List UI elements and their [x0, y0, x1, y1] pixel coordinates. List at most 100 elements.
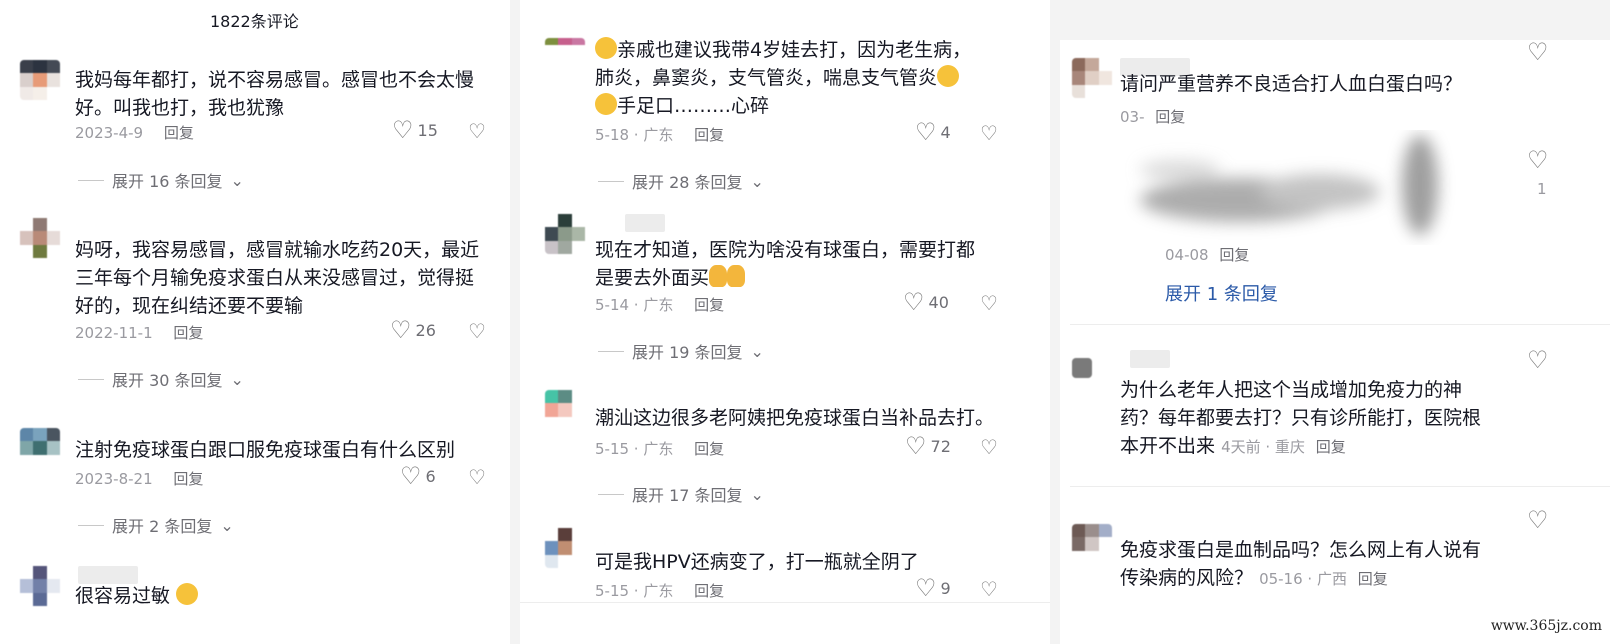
- chevron-down-icon: ⌄: [230, 170, 244, 190]
- avatar[interactable]: [1072, 358, 1092, 378]
- heart-icon: ♡: [400, 462, 422, 490]
- dislike-icon[interactable]: ♡: [468, 121, 486, 141]
- heart-icon[interactable]: ♡: [1527, 508, 1549, 532]
- avatar[interactable]: [20, 218, 60, 258]
- chevron-down-icon: ⌄: [750, 171, 764, 191]
- divider: [1070, 486, 1610, 487]
- sub-like-count: 1: [1537, 180, 1547, 198]
- heart-icon: ♡: [905, 432, 927, 460]
- comment-text: 可是我HPV还病变了，打一瓶就全阴了: [595, 551, 919, 573]
- reply-button[interactable]: 回复: [173, 324, 203, 342]
- comment-column-3: 请问严重营养不良适合打人血白蛋白吗？ 03- 回复 ♡ 04-08 回复 ♡ 1…: [1060, 40, 1610, 644]
- comment-date: 2023-8-21: [75, 470, 153, 488]
- like-button[interactable]: ♡ 9: [915, 576, 951, 600]
- comment-line: 为什么老年人把这个当成增加免疫力的神: [1120, 379, 1463, 401]
- dislike-icon[interactable]: ♡: [980, 579, 998, 599]
- divider-dash: [78, 524, 104, 526]
- reply-button[interactable]: 回复: [694, 126, 724, 144]
- heart-icon[interactable]: ♡: [1527, 40, 1549, 64]
- reply-button[interactable]: 回复: [694, 296, 724, 314]
- expand-replies-button[interactable]: 展开 2 条回复 ⌄: [78, 513, 234, 537]
- comment-text: 我妈每年都打，说不容易感冒。感冒也不会太慢好。叫我也打，我也犹豫: [75, 69, 475, 119]
- heart-icon: ♡: [903, 288, 925, 316]
- reply-button[interactable]: 回复: [1219, 246, 1249, 264]
- avatar[interactable]: [545, 38, 585, 58]
- reply-button[interactable]: 回复: [694, 440, 724, 458]
- comment-line: 肺炎，鼻窦炎，支气管炎，喘息支气管炎: [595, 67, 938, 89]
- dislike-icon[interactable]: ♡: [980, 437, 998, 457]
- emoji-icon: [937, 65, 960, 87]
- chevron-down-icon: ⌄: [750, 341, 764, 361]
- avatar[interactable]: [20, 428, 60, 468]
- divider-dash: [598, 350, 624, 352]
- reply-button[interactable]: 回复: [1155, 108, 1185, 126]
- watermark: www.365jz.com: [1490, 618, 1602, 634]
- like-button[interactable]: ♡ 4: [915, 120, 951, 144]
- like-button[interactable]: ♡ 15: [392, 118, 438, 142]
- like-count: 26: [415, 320, 436, 340]
- reply-button[interactable]: 回复: [164, 124, 194, 142]
- avatar[interactable]: [1072, 524, 1112, 564]
- expand-label: 展开 17 条回复: [632, 486, 743, 505]
- comment-text: 注射免疫球蛋白跟口服免疫球蛋白有什么区别: [75, 439, 456, 461]
- avatar[interactable]: [1072, 58, 1112, 98]
- avatar[interactable]: [545, 214, 585, 254]
- reply-button[interactable]: 回复: [1316, 438, 1346, 456]
- comment-meta: 03- 回复: [1120, 106, 1185, 127]
- reply-button[interactable]: 回复: [173, 470, 203, 488]
- like-button[interactable]: ♡ 40: [903, 290, 949, 314]
- dislike-icon[interactable]: ♡: [980, 293, 998, 313]
- avatar[interactable]: [545, 390, 585, 430]
- avatar[interactable]: [20, 566, 60, 606]
- comment-text: 潮汕这边很多老阿姨把免疫球蛋白当补品去打。: [595, 407, 995, 429]
- blurred-reply-image: [1140, 135, 1438, 235]
- dislike-icon[interactable]: ♡: [468, 321, 486, 341]
- reply-button[interactable]: 回复: [1358, 570, 1388, 588]
- comment-line: 是要去外面买: [595, 267, 710, 289]
- comment-line: 亲戚也建议我带4岁娃去打，因为老生病，: [617, 39, 972, 61]
- heart-icon: ♡: [915, 118, 937, 146]
- comment-meta: 05-16 · 广西 回复: [1259, 570, 1388, 588]
- like-count: 72: [930, 436, 951, 456]
- emoji-icon: [176, 583, 199, 605]
- dislike-icon[interactable]: ♡: [468, 467, 486, 487]
- like-button[interactable]: ♡ 6: [400, 464, 436, 488]
- expand-replies-button[interactable]: 展开 16 条回复 ⌄: [78, 168, 244, 192]
- like-count: 4: [940, 122, 951, 142]
- comment-text: 请问严重营养不良适合打人血白蛋白吗？: [1120, 73, 1463, 95]
- comment-line: 药？每年都要去打？只有诊所能打，医院根: [1120, 407, 1482, 429]
- comment-meta: 5-15 · 广东 回复: [595, 580, 724, 601]
- like-count: 9: [940, 578, 951, 598]
- heart-icon[interactable]: ♡: [1527, 348, 1549, 372]
- comment-meta: 4天前 · 重庆 回复: [1221, 438, 1346, 456]
- expand-replies-button[interactable]: 展开 1 条回复: [1165, 280, 1278, 306]
- like-button[interactable]: ♡ 72: [905, 434, 951, 458]
- expand-replies-button[interactable]: 展开 17 条回复 ⌄: [598, 482, 764, 506]
- heart-icon[interactable]: ♡: [1527, 148, 1549, 172]
- comment-text: 妈呀，我容易感冒，感冒就输水吃药20天，最近三年每个月输免疫求蛋白从来没感冒过，…: [75, 239, 480, 317]
- avatar[interactable]: [20, 60, 60, 100]
- expand-replies-button[interactable]: 展开 28 条回复 ⌄: [598, 169, 764, 193]
- dislike-icon[interactable]: ♡: [980, 123, 998, 143]
- comment-text: 很容易过敏: [75, 582, 375, 610]
- chevron-down-icon: ⌄: [750, 484, 764, 504]
- like-count: 6: [425, 466, 436, 486]
- comment-line: 传染病的风险？: [1120, 567, 1254, 589]
- comment-date: 2022-11-1: [75, 324, 153, 342]
- comment-date: 2023-4-9: [75, 124, 144, 142]
- comment-meta: 5-14 · 广东 回复: [595, 294, 724, 315]
- comment-meta: 5-18 · 广东 回复: [595, 124, 724, 145]
- comment-date: 05-16 · 广西: [1259, 570, 1347, 588]
- reply-button[interactable]: 回复: [694, 582, 724, 600]
- expand-replies-button[interactable]: 展开 19 条回复 ⌄: [598, 339, 764, 363]
- like-button[interactable]: ♡ 26: [390, 318, 436, 342]
- avatar[interactable]: [545, 528, 585, 568]
- heart-icon: ♡: [390, 316, 412, 344]
- emoji-icon: [595, 93, 617, 115]
- expand-replies-button[interactable]: 展开 30 条回复 ⌄: [78, 367, 244, 391]
- divider: [1070, 324, 1610, 325]
- comment-text: 亲戚也建议我带4岁娃去打，因为老生病， 肺炎，鼻窦炎，支气管炎，喘息支气管炎 手…: [595, 36, 1035, 120]
- comment-date: 5-15 · 广东: [595, 440, 674, 458]
- sub-reply-meta: 04-08 回复: [1165, 244, 1249, 265]
- emoji-icon: [595, 37, 617, 59]
